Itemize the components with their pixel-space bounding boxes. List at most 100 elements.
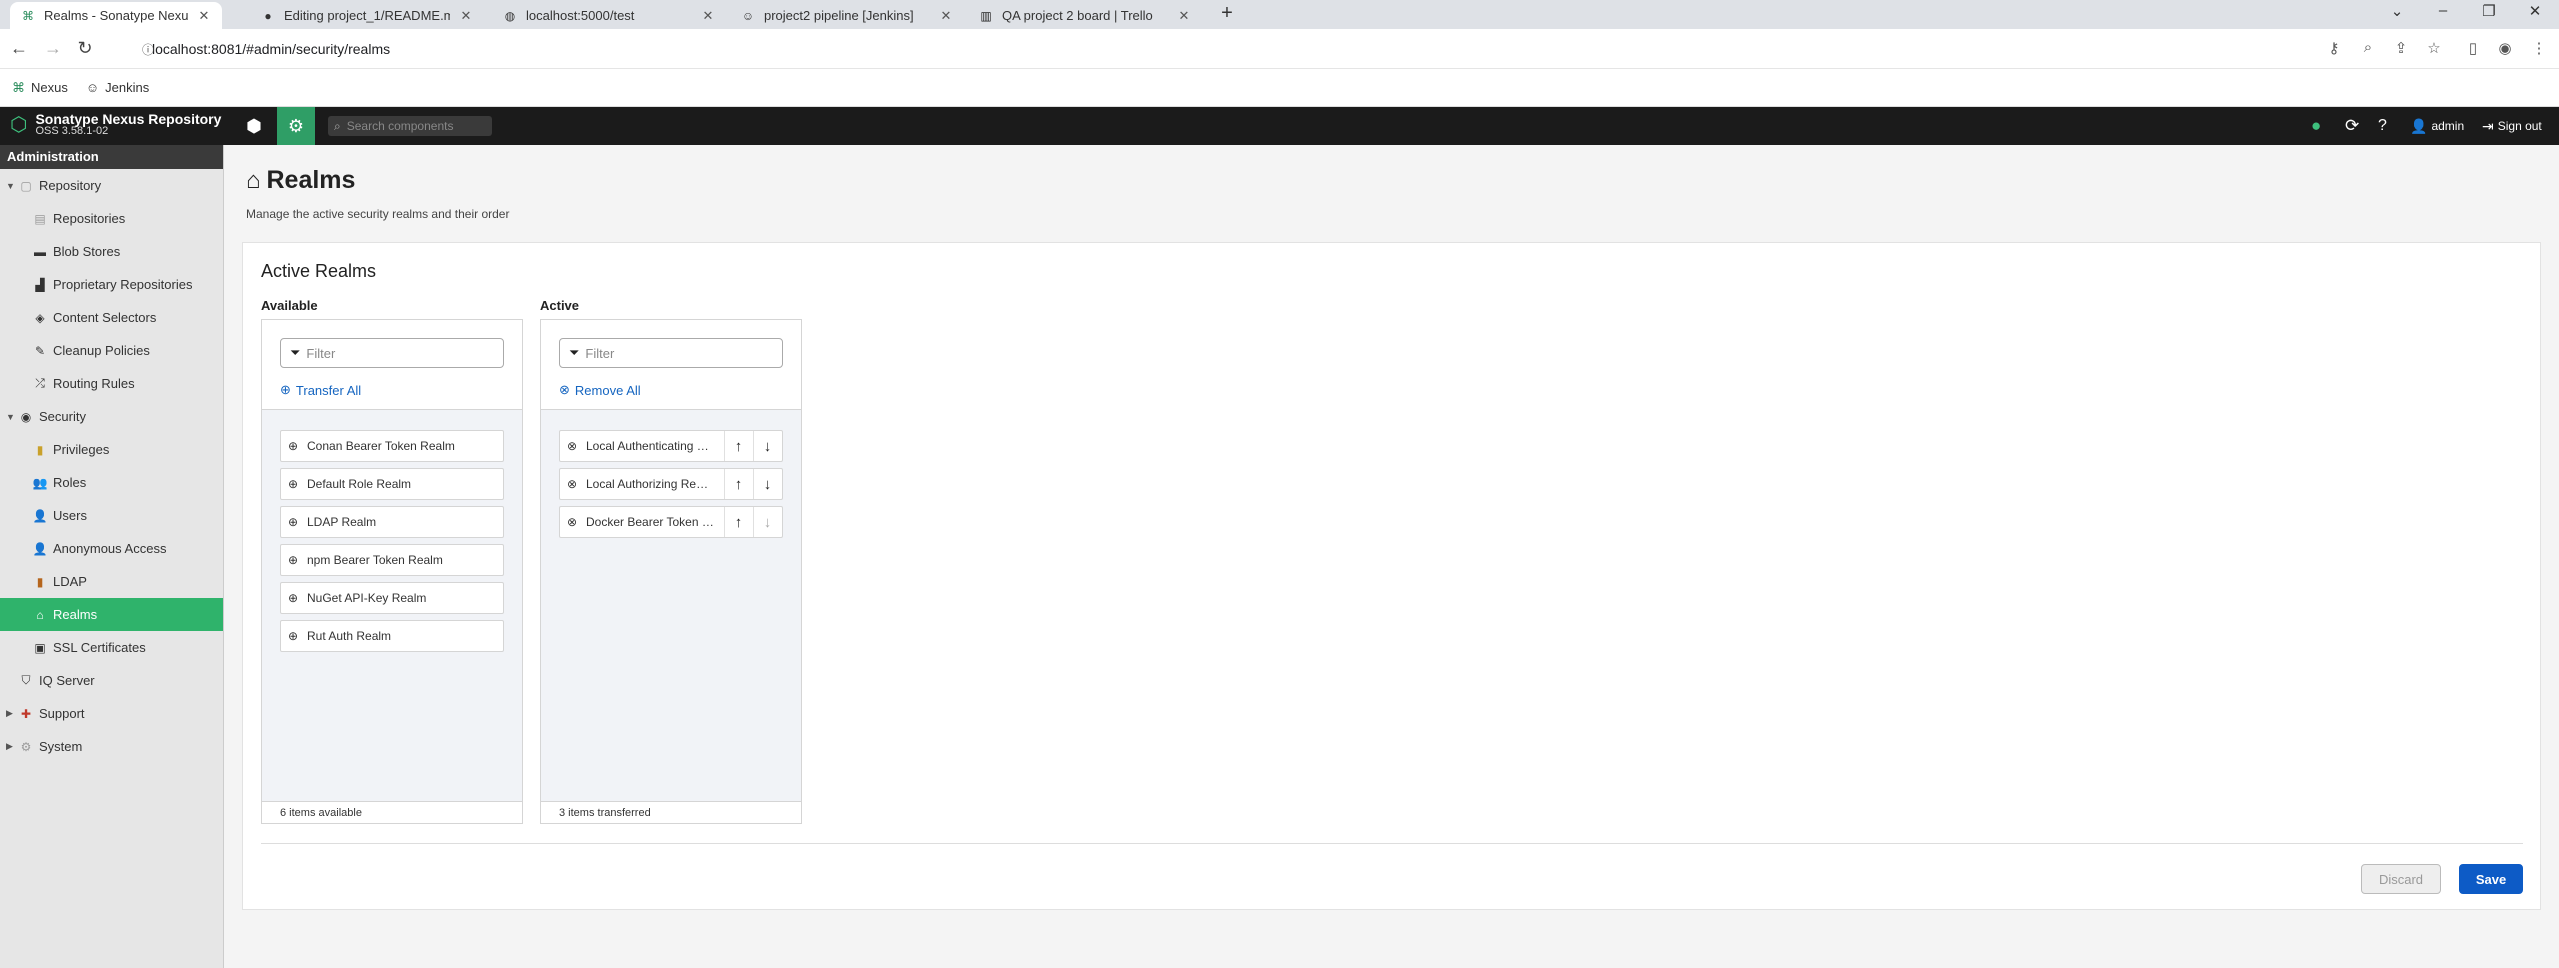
caret-down-icon[interactable]: ▼: [6, 181, 15, 191]
back-arrow-icon[interactable]: ←: [8, 38, 30, 59]
sidebar-item-label: Repository: [39, 178, 102, 193]
profile-icon[interactable]: ◉: [2494, 39, 2516, 57]
close-icon[interactable]: ✕: [196, 8, 212, 24]
sidebar-item-cleanup-policies[interactable]: ✎ Cleanup Policies: [0, 334, 223, 367]
plus-circle-icon[interactable]: ⊕: [287, 477, 299, 491]
transfer-all-button[interactable]: ⊕ Transfer All: [280, 382, 361, 398]
active-list: ⊗ Local Authenticating Realm ↑ ↓ ⊗ Local…: [559, 430, 783, 544]
app-logo[interactable]: ⬡ Sonatype Nexus Repository OSS 3.58.1-0…: [10, 112, 221, 137]
available-filter-input[interactable]: [306, 345, 497, 361]
sidebar-item-realms[interactable]: ⌂ Realms: [0, 598, 223, 631]
sidebar-item-iq-server[interactable]: ⛉ IQ Server: [0, 664, 223, 697]
browser-tab-jenkins[interactable]: ☺ project2 pipeline [Jenkins] ✕: [730, 2, 964, 29]
browser-tab-trello[interactable]: ▥ QA project 2 board | Trello ✕: [968, 2, 1202, 29]
tab-title: Realms - Sonatype Nexus Repository: [44, 8, 188, 23]
list-item[interactable]: ⊕ npm Bearer Token Realm: [280, 544, 504, 576]
close-icon[interactable]: ✕: [700, 8, 716, 24]
minimize-icon[interactable]: –: [2431, 2, 2455, 19]
list-item[interactable]: ⊕ Default Role Realm: [280, 468, 504, 500]
caret-right-icon[interactable]: ▶: [6, 741, 13, 752]
globe-icon: ◍: [504, 8, 516, 23]
sidepanel-icon[interactable]: ▯: [2462, 39, 2484, 57]
restore-icon[interactable]: ❐: [2477, 2, 2501, 20]
browser-tab-realms[interactable]: ⌘ Realms - Sonatype Nexus Repository ✕: [10, 2, 222, 29]
sidebar-item-users[interactable]: 👤 Users: [0, 499, 223, 532]
list-item[interactable]: ⊕ LDAP Realm: [280, 506, 504, 538]
x-circle-icon[interactable]: ⊗: [566, 515, 578, 529]
discard-button[interactable]: Discard: [2361, 864, 2441, 894]
url-field[interactable]: ⓘ localhost:8081/#admin/security/realms: [110, 36, 2320, 62]
list-item[interactable]: ⊕ Conan Bearer Token Realm: [280, 430, 504, 462]
admin-gear-button[interactable]: ⚙: [277, 107, 315, 145]
active-filter-input[interactable]: [585, 345, 776, 361]
help-icon[interactable]: ?: [2378, 107, 2387, 145]
sidebar-item-content-selectors[interactable]: ◈ Content Selectors: [0, 301, 223, 334]
reload-icon[interactable]: ↻: [74, 38, 96, 59]
new-tab-plus-icon[interactable]: +: [1215, 2, 1239, 25]
move-up-arrow-icon[interactable]: ↑: [724, 507, 752, 537]
sidebar-item-blob-stores[interactable]: ▬ Blob Stores: [0, 235, 223, 268]
signout-button[interactable]: ⇥ Sign out: [2482, 107, 2542, 145]
list-item[interactable]: ⊕ Rut Auth Realm: [280, 620, 504, 652]
move-down-arrow-icon[interactable]: ↓: [753, 469, 781, 499]
list-item[interactable]: ⊗ Local Authorizing Realm ↑ ↓: [559, 468, 783, 500]
bookmark-jenkins[interactable]: ☺ Jenkins: [86, 80, 149, 95]
plus-circle-icon[interactable]: ⊕: [287, 629, 299, 643]
sidebar-item-ldap[interactable]: ▮ LDAP: [0, 565, 223, 598]
info-icon[interactable]: ⓘ: [142, 41, 154, 58]
list-item[interactable]: ⊗ Local Authenticating Realm ↑ ↓: [559, 430, 783, 462]
active-listbox: ⏷ ⊗ Remove All ⊗ Local Authenticating Re…: [540, 319, 802, 824]
plus-circle-icon[interactable]: ⊕: [287, 553, 299, 567]
user-menu[interactable]: 👤 admin: [2410, 107, 2464, 145]
browse-cube-button[interactable]: ⬢: [235, 107, 273, 145]
sidebar-item-ssl-certificates[interactable]: ▣ SSL Certificates: [0, 631, 223, 664]
sidebar-item-repositories[interactable]: ▤ Repositories: [0, 202, 223, 235]
search-input[interactable]: [346, 119, 477, 133]
plus-circle-icon[interactable]: ⊕: [287, 591, 299, 605]
sidebar-item-roles[interactable]: 👥 Roles: [0, 466, 223, 499]
menu-icon[interactable]: ⋮: [2528, 39, 2550, 57]
window-close-icon[interactable]: ✕: [2523, 2, 2547, 20]
close-icon[interactable]: ✕: [938, 8, 954, 24]
forward-arrow-icon[interactable]: →: [42, 38, 64, 59]
realm-icon: ⌂: [36, 607, 44, 622]
bookmark-nexus[interactable]: ⌘ Nexus: [12, 80, 68, 96]
cert-icon: ▣: [34, 640, 46, 655]
close-icon[interactable]: ✕: [1176, 8, 1192, 24]
sidebar-item-privileges[interactable]: ▮ Privileges: [0, 433, 223, 466]
refresh-icon[interactable]: ⟳: [2345, 107, 2359, 145]
caret-right-icon[interactable]: ▶: [6, 708, 13, 719]
divider: [261, 843, 2523, 844]
sidebar-item-label: Cleanup Policies: [53, 343, 150, 358]
plus-circle-icon[interactable]: ⊕: [287, 515, 299, 529]
browser-tab-github[interactable]: ● Editing project_1/README.md at ✕: [250, 2, 484, 29]
move-down-arrow-icon[interactable]: ↓: [753, 431, 781, 461]
zoom-icon[interactable]: ⌕: [2357, 39, 2379, 56]
filter-icon: ⏷: [569, 345, 580, 360]
plus-circle-icon[interactable]: ⊕: [287, 439, 299, 453]
sidebar-item-support[interactable]: ▶ ✚ Support: [0, 697, 223, 730]
sidebar-item-security[interactable]: ▼ ◉ Security: [0, 400, 223, 433]
star-icon[interactable]: ☆: [2423, 39, 2445, 57]
list-item[interactable]: ⊕ NuGet API-Key Realm: [280, 582, 504, 614]
share-icon[interactable]: ⇪: [2390, 39, 2412, 57]
folder-icon: ▢: [20, 178, 32, 193]
x-circle-icon[interactable]: ⊗: [566, 439, 578, 453]
close-icon[interactable]: ✕: [458, 8, 474, 24]
sidebar-item-anonymous-access[interactable]: 👤 Anonymous Access: [0, 532, 223, 565]
move-up-arrow-icon[interactable]: ↑: [724, 431, 752, 461]
status-check-icon[interactable]: ●: [2311, 107, 2321, 145]
remove-all-button[interactable]: ⊗ Remove All: [559, 382, 641, 398]
sidebar-item-routing-rules[interactable]: ⤮ Routing Rules: [0, 367, 223, 400]
sidebar-item-system[interactable]: ▶ ⚙ System: [0, 730, 223, 763]
list-item[interactable]: ⊗ Docker Bearer Token Realm ↑ ↓: [559, 506, 783, 538]
x-circle-icon[interactable]: ⊗: [566, 477, 578, 491]
key-icon[interactable]: ⚷: [2323, 39, 2345, 57]
sidebar-item-repository[interactable]: ▼ ▢ Repository: [0, 169, 223, 202]
move-up-arrow-icon[interactable]: ↑: [724, 469, 752, 499]
save-button[interactable]: Save: [2459, 864, 2523, 894]
tab-search-chevron-icon[interactable]: ⌄: [2385, 2, 2409, 20]
caret-down-icon[interactable]: ▼: [6, 412, 15, 422]
sidebar-item-proprietary[interactable]: ▟ Proprietary Repositories: [0, 268, 223, 301]
browser-tab-localhost[interactable]: ◍ localhost:5000/test ✕: [492, 2, 726, 29]
